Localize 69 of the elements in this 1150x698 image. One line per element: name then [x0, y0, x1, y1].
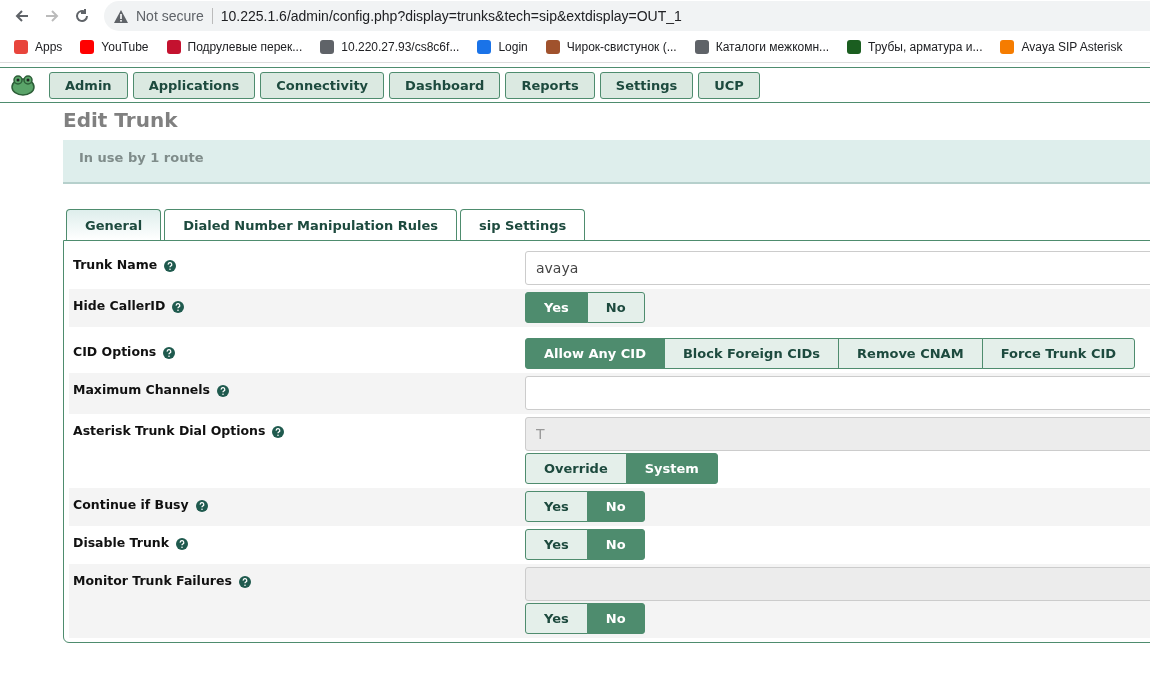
bookmark[interactable]: Чирок-свистунок (... — [545, 40, 677, 54]
bookmark[interactable]: YouTube — [80, 40, 149, 54]
bookmark-icon — [14, 40, 28, 54]
warning-icon — [114, 9, 128, 23]
bookmark[interactable]: Каталоги межкомн... — [694, 40, 830, 54]
toggle-option-button[interactable]: Override — [525, 453, 627, 484]
toggle-option-button[interactable]: Yes — [525, 603, 588, 634]
bookmark[interactable]: Подрулевые перек... — [166, 40, 303, 54]
frog-logo-icon[interactable] — [10, 74, 36, 96]
help-icon[interactable] — [176, 538, 189, 550]
field-label: Asterisk Trunk Dial Options — [73, 423, 266, 438]
help-icon[interactable] — [195, 500, 208, 512]
toggle-option-button[interactable]: No — [586, 529, 645, 560]
tab[interactable]: General — [66, 209, 162, 240]
toggle-option-button[interactable]: Yes — [525, 491, 588, 522]
bookmark-icon — [847, 40, 862, 54]
help-icon[interactable] — [217, 385, 230, 397]
bookmark[interactable]: Avaya SIP Asterisk — [1000, 40, 1123, 54]
field-label: Disable Trunk — [73, 535, 170, 550]
toggle-option-button[interactable]: System — [625, 453, 718, 484]
bookmark-icon — [166, 40, 181, 54]
toggle-option-button[interactable]: Force Trunk CID — [981, 338, 1136, 369]
nav-menu-button[interactable]: Admin — [49, 71, 128, 99]
field-label: Trunk Name — [73, 257, 158, 272]
help-icon[interactable] — [163, 347, 176, 359]
toggle-option-button[interactable]: Allow Any CID — [525, 338, 665, 369]
nav-menu-button[interactable]: Settings — [599, 71, 694, 99]
toggle-option-button[interactable]: Remove CNAM — [838, 338, 983, 369]
tab[interactable]: sip Settings — [459, 209, 586, 240]
bookmark[interactable]: Трубы, арматура и... — [847, 40, 983, 54]
bookmark[interactable]: Apps — [14, 40, 63, 54]
text-input-field[interactable]: avaya — [525, 251, 1150, 285]
info-banner: In use by 1 route — [63, 140, 1150, 184]
nav-menu-button[interactable]: Connectivity — [260, 71, 385, 99]
help-icon[interactable] — [164, 260, 177, 272]
toggle-option-button[interactable]: Yes — [525, 292, 588, 323]
toggle-option-button[interactable]: Yes — [525, 529, 588, 560]
field-label: Continue if Busy — [73, 497, 189, 512]
nav-menu-button[interactable]: Applications — [132, 71, 256, 99]
bookmark-icon — [1000, 40, 1015, 54]
toggle-option-button[interactable]: No — [586, 603, 645, 634]
back-icon[interactable] — [14, 8, 30, 24]
address-bar[interactable]: Not secure 10.225.1.6/admin/config.php?display=trunks&tech=sip&extdisplay=OUT_1 — [104, 1, 1150, 31]
security-label: Not secure — [136, 8, 204, 24]
help-icon[interactable] — [238, 576, 251, 588]
bookmark-icon — [545, 40, 560, 54]
text-input-field[interactable] — [525, 376, 1150, 410]
bookmark[interactable]: 10.220.27.93/cs8c6f... — [320, 40, 460, 54]
bookmark[interactable]: Login — [477, 40, 528, 54]
bookmark-icon — [320, 40, 335, 54]
url-text: 10.225.1.6/admin/config.php?display=trunks&tech=sip&extdisplay=OUT_1 — [220, 8, 682, 24]
nav-menu-button[interactable]: Reports — [505, 71, 595, 99]
nav-menu-button[interactable]: Dashboard — [389, 71, 501, 99]
field-label: Maximum Channels — [73, 382, 211, 397]
bookmark-icon — [477, 40, 492, 54]
page-title: Edit Trunk — [63, 108, 179, 132]
field-label: Monitor Trunk Failures — [73, 573, 232, 588]
reload-icon[interactable] — [74, 8, 90, 24]
field-label: Hide CallerID — [73, 298, 166, 313]
nav-menu-button[interactable]: UCP — [698, 71, 760, 99]
bookmark-icon — [694, 40, 709, 54]
toggle-option-button[interactable]: No — [586, 491, 645, 522]
toggle-option-button[interactable]: No — [586, 292, 645, 323]
toggle-option-button[interactable]: Block Foreign CIDs — [663, 338, 840, 369]
tab[interactable]: Dialed Number Manipulation Rules — [164, 209, 457, 240]
help-icon[interactable] — [172, 301, 185, 313]
bookmark-icon — [80, 40, 95, 54]
field-label: CID Options — [73, 344, 157, 359]
help-icon[interactable] — [272, 426, 285, 438]
